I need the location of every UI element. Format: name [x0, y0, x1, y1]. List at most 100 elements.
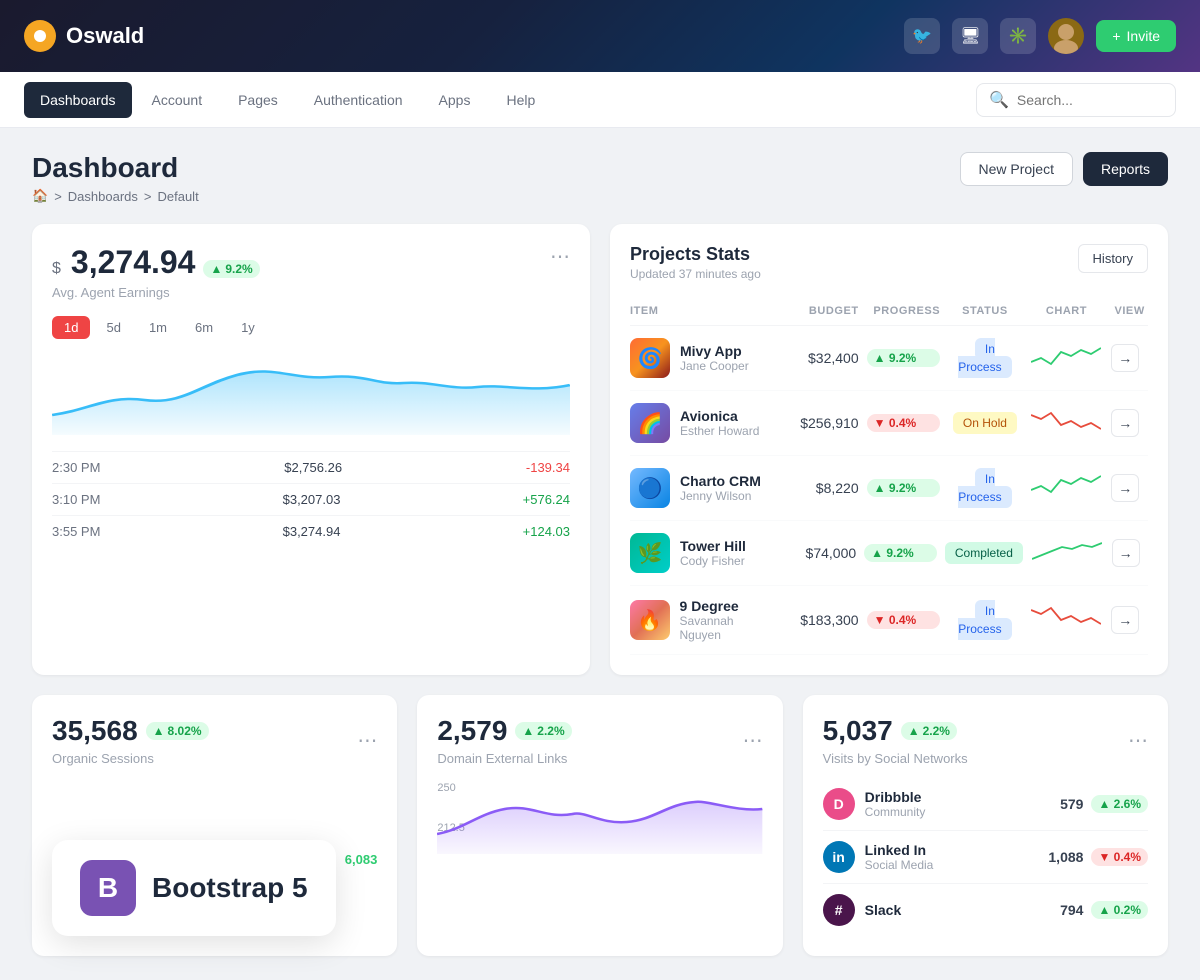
status-3: In Process [948, 470, 1022, 506]
domain-header: 2,579 ▲ 2.2% Domain External Links [437, 715, 571, 766]
domain-value: 2,579 [437, 715, 507, 747]
linkedin-info: in Linked In Social Media [823, 841, 934, 873]
search-input[interactable] [1017, 92, 1163, 108]
col-budget: BUDGET [785, 305, 859, 317]
slack-info: # Slack [823, 894, 902, 926]
organic-amount: 35,568 ▲ 8.02% [52, 715, 209, 747]
earnings-change-badge: ▲ 9.2% [203, 260, 259, 278]
invite-label: Invite [1127, 28, 1160, 44]
social-label: Visits by Social Networks [823, 751, 968, 766]
canada-val: 6,083 [345, 852, 378, 867]
social-amount: 5,037 ▲ 2.2% [823, 715, 968, 747]
organic-more-button[interactable]: ⋯ [357, 715, 377, 766]
breadcrumb-dashboards[interactable]: Dashboards [68, 189, 138, 204]
project-meta-3: Charto CRM Jenny Wilson [680, 473, 761, 503]
time-btn-6m[interactable]: 6m [183, 316, 225, 339]
view-arrow-3[interactable]: → [1111, 474, 1139, 502]
time-btn-1d[interactable]: 1d [52, 316, 90, 339]
view-arrow-2[interactable]: → [1111, 409, 1139, 437]
domain-label: Domain External Links [437, 751, 571, 766]
earnings-header: $ 3,274.94 ▲ 9.2% Avg. Agent Earnings [52, 244, 260, 300]
slack-meta: Slack [865, 902, 902, 918]
nav-tabs: Dashboards Account Pages Authentication … [24, 72, 551, 127]
nav-icon-screen[interactable]: 🖥 [952, 18, 988, 54]
time-btn-1y[interactable]: 1y [229, 316, 267, 339]
chart-val-2: $3,207.03 [283, 492, 341, 507]
chart-row-3: 3:55 PM $3,274.94 +124.03 [52, 515, 570, 547]
view-arrow-1[interactable]: → [1111, 344, 1139, 372]
sparkline-2 [1030, 407, 1104, 440]
earnings-more-button[interactable]: ⋯ [550, 244, 570, 269]
col-chart: CHART [1030, 305, 1104, 317]
tab-apps[interactable]: Apps [423, 82, 487, 118]
invite-button[interactable]: + Invite [1096, 20, 1176, 52]
user-avatar[interactable] [1048, 18, 1084, 54]
earnings-value: 3,274.94 [71, 244, 196, 281]
nav-icon-camera[interactable]: 🐦 [904, 18, 940, 54]
breadcrumb: 🏠 > Dashboards > Default [32, 188, 199, 204]
slack-name: Slack [865, 902, 902, 918]
project-author-5: Savannah Nguyen [680, 614, 778, 642]
tab-pages[interactable]: Pages [222, 82, 294, 118]
table-row: 🌀 Mivy App Jane Cooper $32,400 ▲ 9.2% In… [630, 326, 1148, 391]
linkedin-name: Linked In [865, 842, 934, 858]
top-nav: Oswald 🐦 🖥 ✳️ + Invite [0, 0, 1200, 72]
social-row-linkedin: in Linked In Social Media 1,088 ▼ 0.4% [823, 831, 1148, 884]
slack-icon: # [823, 894, 855, 926]
chart-time-2: 3:10 PM [52, 492, 100, 507]
project-thumb-2: 🌈 [630, 403, 670, 443]
budget-2: $256,910 [785, 415, 859, 431]
domain-more-button[interactable]: ⋯ [743, 715, 763, 766]
time-btn-1m[interactable]: 1m [137, 316, 179, 339]
social-change: 2.2% [923, 724, 950, 738]
project-thumb-4: 🌿 [630, 533, 670, 573]
col-progress: PROGRESS [867, 305, 941, 317]
linkedin-sub: Social Media [865, 858, 934, 872]
social-header: 5,037 ▲ 2.2% Visits by Social Networks [823, 715, 968, 766]
project-info-2: 🌈 Avionica Esther Howard [630, 403, 777, 443]
social-more-button[interactable]: ⋯ [1128, 715, 1148, 766]
linkedin-count: 1,088 [1048, 849, 1083, 865]
social-row-dribbble: D Dribbble Community 579 ▲ 2.6% [823, 778, 1148, 831]
new-project-button[interactable]: New Project [960, 152, 1073, 186]
projects-updated: Updated 37 minutes ago [630, 267, 761, 281]
organic-header: 35,568 ▲ 8.02% Organic Sessions [52, 715, 209, 766]
project-author-1: Jane Cooper [680, 359, 749, 373]
sparkline-4 [1031, 537, 1104, 570]
view-arrow-5[interactable]: → [1111, 606, 1139, 634]
project-meta-5: 9 Degree Savannah Nguyen [680, 598, 778, 642]
budget-4: $74,000 [783, 545, 856, 561]
history-button[interactable]: History [1078, 244, 1148, 273]
project-thumb-1: 🌀 [630, 338, 670, 378]
tab-dashboards[interactable]: Dashboards [24, 82, 132, 118]
projects-table-header: ITEM BUDGET PROGRESS STATUS CHART VIEW [630, 297, 1148, 326]
linkedin-change: ▼ 0.4% [1091, 848, 1148, 866]
projects-title: Projects Stats [630, 244, 761, 265]
project-meta-2: Avionica Esther Howard [680, 408, 759, 438]
bottom-cards-wrapper: B Bootstrap 5 35,568 ▲ 8.02% Organic Ses… [32, 695, 1168, 956]
domain-change: 2.2% [537, 724, 564, 738]
table-row: 🔵 Charto CRM Jenny Wilson $8,220 ▲ 9.2% … [630, 456, 1148, 521]
search-icon: 🔍 [989, 90, 1009, 110]
earnings-change-val: 9.2% [225, 262, 252, 276]
earnings-card: $ 3,274.94 ▲ 9.2% Avg. Agent Earnings ⋯ … [32, 224, 590, 675]
project-thumb-3: 🔵 [630, 468, 670, 508]
project-name-4: Tower Hill [680, 538, 746, 554]
status-4: Completed [945, 544, 1023, 562]
reports-button[interactable]: Reports [1083, 152, 1168, 186]
brand-name: Oswald [66, 23, 144, 49]
time-btn-5d[interactable]: 5d [94, 316, 132, 339]
tab-help[interactable]: Help [490, 82, 551, 118]
slack-count: 794 [1060, 902, 1083, 918]
view-arrow-4[interactable]: → [1112, 539, 1140, 567]
tab-authentication[interactable]: Authentication [298, 82, 419, 118]
nav-icon-share[interactable]: ✳️ [1000, 18, 1036, 54]
project-info-5: 🔥 9 Degree Savannah Nguyen [630, 598, 777, 642]
project-author-3: Jenny Wilson [680, 489, 761, 503]
project-author-2: Esther Howard [680, 424, 759, 438]
bs-letter: B [98, 872, 118, 904]
brand: Oswald [24, 20, 144, 52]
tab-account[interactable]: Account [136, 82, 219, 118]
col-status: STATUS [948, 305, 1022, 317]
dribbble-meta: Dribbble Community [865, 789, 926, 819]
